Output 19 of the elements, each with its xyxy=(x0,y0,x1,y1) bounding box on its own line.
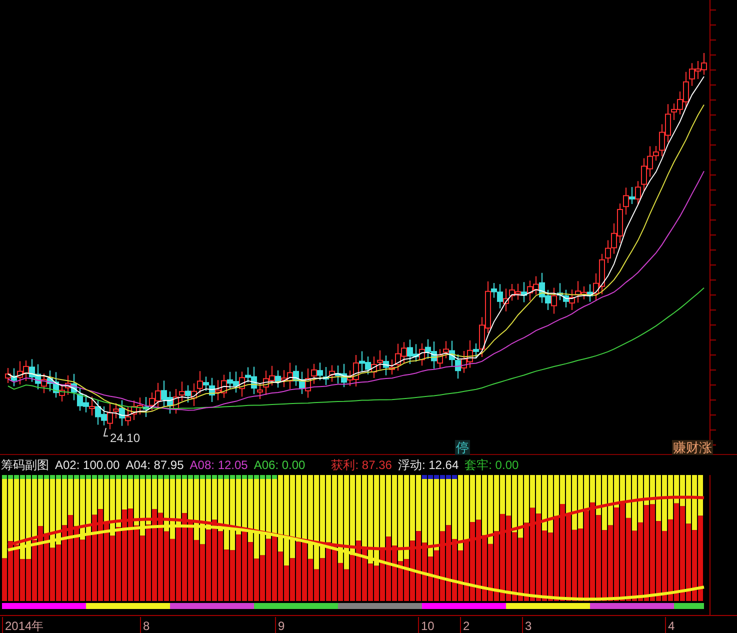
indicator-value: A02: 100.00 xyxy=(55,457,120,474)
axis-label: 10 xyxy=(418,617,434,633)
pointer-mark xyxy=(103,428,108,436)
indicator-value: 浮动: 12.64 xyxy=(398,457,459,474)
indicator-value: 套牢: 0.00 xyxy=(464,457,519,474)
axis-label: 2014年 xyxy=(2,617,44,633)
indicator-title: 筹码副图 xyxy=(1,457,49,474)
indicator-value: A06: 0.00 xyxy=(254,457,306,474)
low-price-label: 24.10 xyxy=(110,430,140,447)
axis-label: 8 xyxy=(140,617,150,633)
axis-label: 3 xyxy=(522,617,532,633)
axis-label: 4 xyxy=(665,617,675,633)
indicator-value: 获利: 87.36 xyxy=(331,457,392,474)
signal-label: 停 xyxy=(455,440,470,455)
indicator-value: A04: 87.95 xyxy=(126,457,184,474)
axis-label: 9 xyxy=(275,617,285,633)
indicator-value: A08: 12.05 xyxy=(190,457,248,474)
axis-label: 2 xyxy=(460,617,470,633)
signal-label: 赚财涨 xyxy=(672,440,713,455)
